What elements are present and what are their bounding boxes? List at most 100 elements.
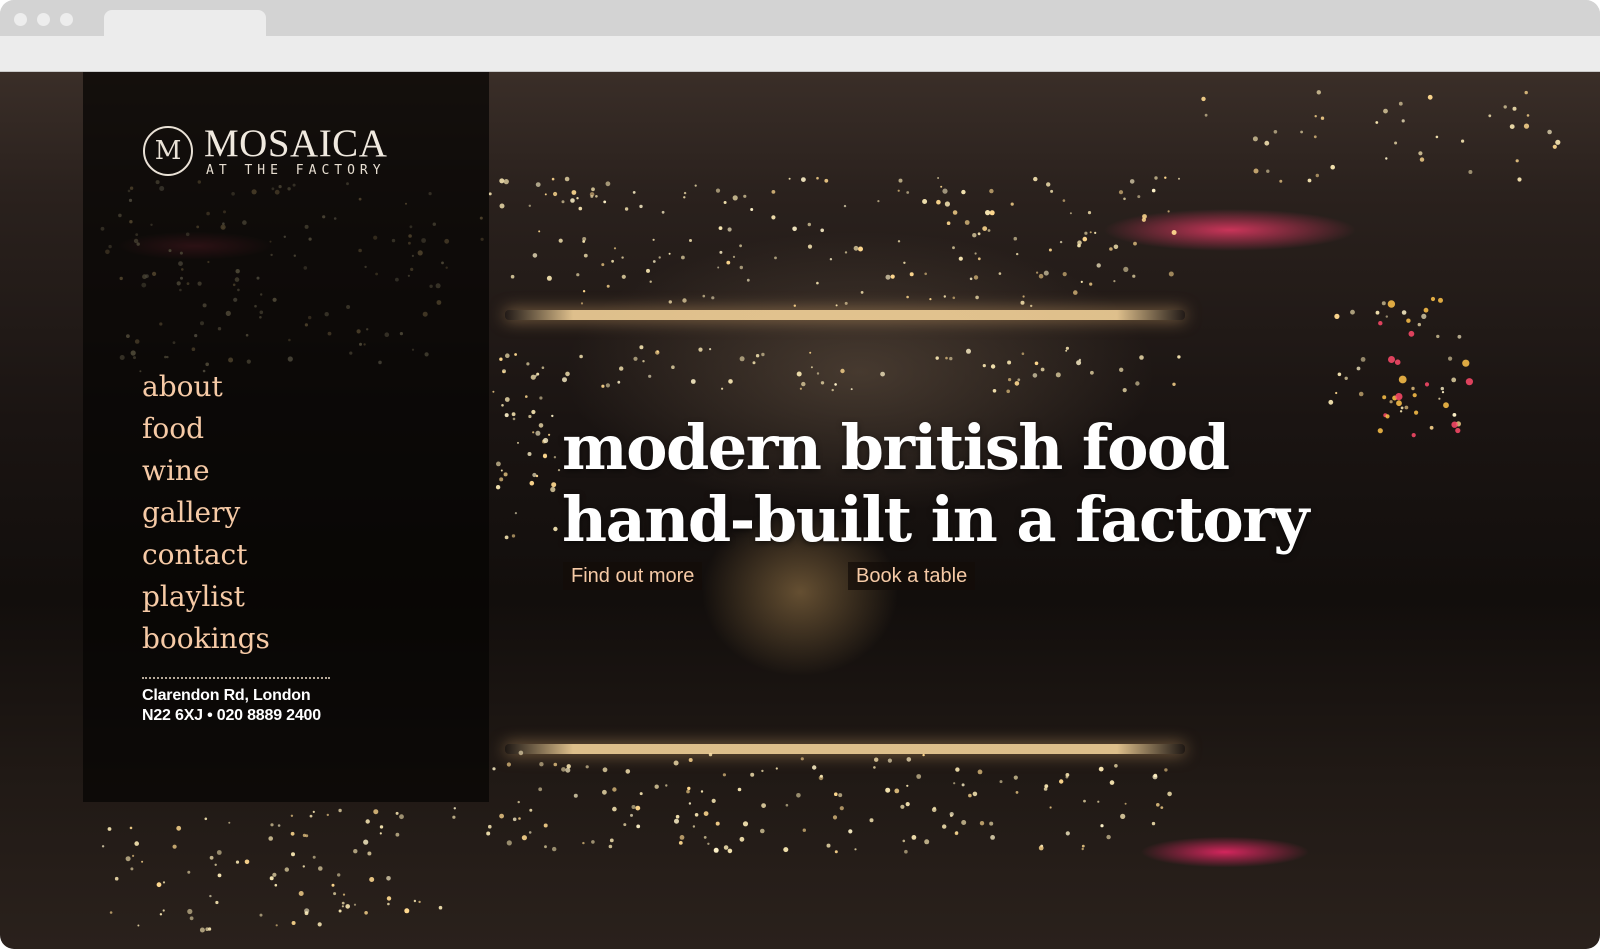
nav-item-gallery[interactable]: gallery (142, 492, 270, 534)
site-logo[interactable]: M MOSAICA AT THE FACTORY (143, 124, 403, 182)
fairy-light (1082, 236, 1088, 242)
fairy-light (1167, 210, 1170, 213)
fairy-light (964, 220, 970, 225)
fairy-light (1315, 173, 1320, 178)
fairy-light (717, 266, 720, 269)
fairy-light (1164, 768, 1168, 772)
fairy-light (1171, 230, 1177, 235)
nav-item-playlist[interactable]: playlist (142, 576, 270, 618)
fairy-light (835, 304, 838, 307)
fairy-light (341, 905, 344, 908)
fairy-light (511, 412, 516, 417)
fairy-light (715, 821, 720, 826)
fairy-light (820, 381, 825, 385)
fairy-light (1264, 140, 1270, 146)
fairy-light (492, 767, 496, 771)
fairy-light (702, 294, 706, 298)
fairy-light (800, 757, 804, 761)
fairy-light (732, 255, 736, 258)
fairy-light (945, 356, 948, 360)
fairy-light (544, 193, 547, 196)
fairy-light (809, 351, 812, 354)
fairy-light (534, 374, 538, 377)
fairy-light (591, 840, 595, 844)
fairy-light (611, 259, 614, 263)
fairy-light (204, 817, 208, 821)
fairy-light (992, 389, 997, 393)
fairy-light (1358, 391, 1364, 397)
fairy-light (1335, 391, 1338, 395)
fairy-light (1399, 410, 1403, 413)
fairy-light (576, 273, 580, 277)
festive-light (1394, 359, 1401, 366)
browser-tab[interactable] (104, 10, 266, 36)
nav-item-wine[interactable]: wine (142, 450, 270, 492)
fairy-light (850, 388, 853, 391)
fairy-light (985, 210, 991, 216)
fairy-light (585, 765, 589, 769)
fairy-light (504, 535, 509, 540)
nav-item-bookings[interactable]: bookings (142, 618, 270, 660)
fairy-light (386, 896, 392, 901)
fairy-light (843, 204, 847, 208)
fairy-light (1084, 231, 1088, 235)
fairy-light (532, 431, 535, 434)
nav-item-about[interactable]: about (142, 366, 270, 408)
fairy-light (723, 201, 727, 204)
fairy-light (1167, 791, 1172, 797)
fairy-light (961, 189, 966, 195)
fairy-light (675, 814, 680, 819)
fairy-light (1069, 212, 1072, 215)
nav-item-food[interactable]: food (142, 408, 270, 450)
zoom-window-dot[interactable] (60, 13, 73, 26)
fairy-light (783, 847, 789, 853)
fairy-light (1337, 372, 1342, 377)
book-a-table-button[interactable]: Book a table (848, 562, 976, 590)
fairy-light (952, 246, 955, 250)
fairy-light (844, 251, 848, 254)
fairy-light (312, 855, 316, 859)
fairy-light (557, 469, 561, 472)
fairy-light (561, 767, 566, 772)
fairy-light (793, 304, 796, 307)
fairy-light (700, 790, 704, 793)
nav-item-contact[interactable]: contact (142, 534, 270, 576)
fairy-light (1133, 241, 1137, 246)
fairy-light (564, 176, 570, 182)
fairy-light (887, 758, 893, 763)
fairy-light (172, 844, 177, 849)
fairy-light (438, 905, 443, 910)
fairy-light (955, 767, 960, 772)
fairy-light (499, 203, 505, 209)
fairy-light (727, 848, 733, 854)
fairy-light (1090, 370, 1094, 375)
fairy-light (561, 200, 565, 204)
fairy-light (761, 803, 766, 808)
find-out-more-button[interactable]: Find out more (563, 562, 703, 590)
fairy-light (977, 232, 981, 236)
fairy-light (353, 903, 357, 906)
fairy-light (1457, 334, 1462, 339)
fairy-light (284, 867, 289, 872)
fairy-light (1036, 271, 1039, 274)
fairy-light (318, 866, 323, 871)
festive-light (1387, 300, 1396, 308)
fairy-light (275, 924, 278, 927)
fairy-light (518, 817, 521, 820)
fairy-light (621, 256, 624, 259)
close-window-dot[interactable] (14, 13, 27, 26)
fairy-light (1081, 844, 1085, 848)
fairy-light (1050, 189, 1054, 193)
fairy-light (326, 813, 329, 817)
fairy-light (576, 197, 579, 200)
fairy-light (543, 823, 548, 828)
fairy-light (832, 815, 838, 820)
fairy-light (1055, 372, 1061, 378)
fairy-light (1328, 399, 1334, 405)
fairy-light (752, 361, 756, 365)
minimize-window-dot[interactable] (37, 13, 50, 26)
fairy-light (532, 253, 538, 258)
festive-light (1438, 297, 1443, 303)
fairy-light (838, 793, 843, 798)
browser-toolbar (0, 36, 1600, 72)
